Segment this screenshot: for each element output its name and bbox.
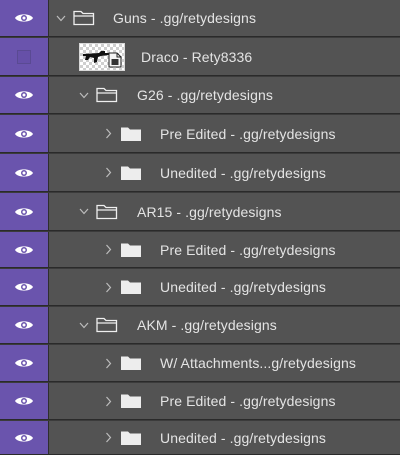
eye-icon: [15, 283, 33, 291]
visibility-toggle[interactable]: [0, 0, 49, 36]
layer-name: Pre Edited - .gg/retydesigns: [160, 241, 336, 258]
layer-name: AKM - .gg/retydesigns: [137, 317, 277, 333]
folder-icon: [121, 243, 141, 257]
folder-open-icon: [96, 317, 118, 333]
visibility-toggle[interactable]: [0, 193, 49, 230]
folder-open-icon: [96, 87, 118, 103]
chevron-right-icon: [105, 396, 111, 406]
chevron-right-icon: [105, 282, 111, 292]
expand-toggle[interactable]: [101, 345, 115, 381]
chevron-right-icon: [105, 244, 111, 255]
eye-icon: [15, 14, 33, 22]
folder-open-icon: [96, 204, 118, 219]
layer-name: Unedited - .gg/retydesigns: [160, 164, 327, 181]
rifle-silhouette-icon: [83, 50, 109, 63]
folder-icon: [121, 394, 141, 408]
expand-toggle[interactable]: [77, 193, 91, 230]
expand-toggle[interactable]: [101, 154, 115, 191]
chevron-right-icon: [105, 128, 111, 139]
expand-toggle[interactable]: [101, 421, 115, 454]
layer-name: Guns - .gg/retydesigns: [113, 10, 257, 26]
smart-object-icon: [108, 52, 122, 67]
layer-row-g26-unedited[interactable]: Unedited - .gg/retydesigns: [0, 154, 400, 192]
layer-row-akm-pre-edited[interactable]: Pre Edited - .gg/retydesigns: [0, 383, 400, 420]
layer-content: Pre Edited - .gg/retydesigns: [49, 115, 400, 152]
layer-name: Unedited - .gg/retydesigns: [160, 429, 327, 446]
visibility-toggle[interactable]: [0, 345, 49, 381]
folder-icon: [121, 431, 141, 445]
layer-content: AKM - .gg/retydesigns: [49, 307, 400, 343]
layer-content: Unedited - .gg/retydesigns: [49, 269, 400, 305]
hidden-visibility-box: [17, 49, 31, 64]
layer-row-akm-unedited[interactable]: Unedited - .gg/retydesigns: [0, 421, 400, 455]
layer-name: Unedited - .gg/retydesigns: [160, 279, 327, 295]
eye-icon: [15, 397, 33, 405]
layer-content: Guns - .gg/retydesigns: [49, 0, 400, 36]
layer-name: AR15 - .gg/retydesigns: [137, 203, 282, 220]
layer-content: G26 - .gg/retydesigns: [49, 77, 400, 113]
expand-toggle[interactable]: [77, 307, 91, 343]
eye-icon: [15, 359, 33, 367]
layer-content: Pre Edited - .gg/retydesigns: [49, 232, 400, 267]
layer-row-ar15[interactable]: AR15 - .gg/retydesigns: [0, 193, 400, 231]
chevron-down-icon: [79, 208, 89, 215]
chevron-right-icon: [105, 167, 111, 178]
chevron-right-icon: [105, 358, 111, 368]
folder-icon: [121, 280, 141, 294]
expand-toggle[interactable]: [101, 383, 115, 419]
folder-icon: [121, 356, 141, 370]
expand-toggle[interactable]: [101, 232, 115, 267]
visibility-toggle[interactable]: [0, 232, 49, 267]
visibility-toggle[interactable]: [0, 269, 49, 305]
eye-icon: [15, 207, 33, 216]
layer-row-g26[interactable]: G26 - .gg/retydesigns: [0, 77, 400, 114]
folder-icon: [121, 127, 141, 141]
eye-icon: [15, 91, 33, 99]
chevron-right-icon: [105, 432, 111, 443]
layer-content: W/ Attachments...g/retydesigns: [49, 345, 400, 381]
expand-toggle[interactable]: [77, 77, 91, 113]
eye-icon: [15, 321, 33, 329]
layer-row-g26-pre-edited[interactable]: Pre Edited - .gg/retydesigns: [0, 115, 400, 153]
visibility-toggle[interactable]: [0, 77, 49, 113]
visibility-toggle[interactable]: [0, 307, 49, 343]
layer-content: Draco - Rety8336: [49, 38, 400, 75]
folder-open-icon: [73, 10, 95, 26]
layer-row-guns[interactable]: Guns - .gg/retydesigns: [0, 0, 400, 37]
visibility-toggle[interactable]: [0, 115, 49, 152]
layer-name: Pre Edited - .gg/retydesigns: [160, 393, 336, 409]
expand-toggle[interactable]: [101, 115, 115, 152]
layer-row-akm[interactable]: AKM - .gg/retydesigns: [0, 307, 400, 344]
chevron-down-icon: [79, 322, 89, 328]
eye-icon: [15, 168, 33, 177]
eye-icon: [15, 245, 33, 254]
layer-name: W/ Attachments...g/retydesigns: [160, 355, 356, 371]
visibility-toggle[interactable]: [0, 383, 49, 419]
chevron-down-icon: [79, 92, 89, 98]
visibility-toggle[interactable]: [0, 154, 49, 191]
chevron-down-icon: [56, 15, 66, 21]
folder-icon: [121, 166, 141, 180]
expand-toggle[interactable]: [101, 269, 115, 305]
layer-content: Unedited - .gg/retydesigns: [49, 421, 400, 454]
layer-row-ar15-unedited[interactable]: Unedited - .gg/retydesigns: [0, 269, 400, 306]
layer-name: Draco - Rety8336: [141, 48, 253, 65]
layer-name: G26 - .gg/retydesigns: [137, 87, 273, 103]
expand-toggle[interactable]: [54, 0, 68, 36]
layer-name: Pre Edited - .gg/retydesigns: [160, 125, 336, 142]
layer-content: AR15 - .gg/retydesigns: [49, 193, 400, 230]
layer-thumbnail: [79, 42, 125, 71]
layer-row-ar15-pre-edited[interactable]: Pre Edited - .gg/retydesigns: [0, 232, 400, 268]
layer-row-draco[interactable]: Draco - Rety8336: [0, 38, 400, 76]
layer-content: Unedited - .gg/retydesigns: [49, 154, 400, 191]
layers-panel: Guns - .gg/retydesigns Draco - Rety8336: [0, 0, 400, 455]
eye-icon: [15, 433, 33, 442]
layer-content: Pre Edited - .gg/retydesigns: [49, 383, 400, 419]
visibility-toggle[interactable]: [0, 38, 49, 75]
layer-row-akm-attachments[interactable]: W/ Attachments...g/retydesigns: [0, 345, 400, 382]
eye-icon: [15, 129, 33, 138]
visibility-toggle[interactable]: [0, 421, 49, 454]
